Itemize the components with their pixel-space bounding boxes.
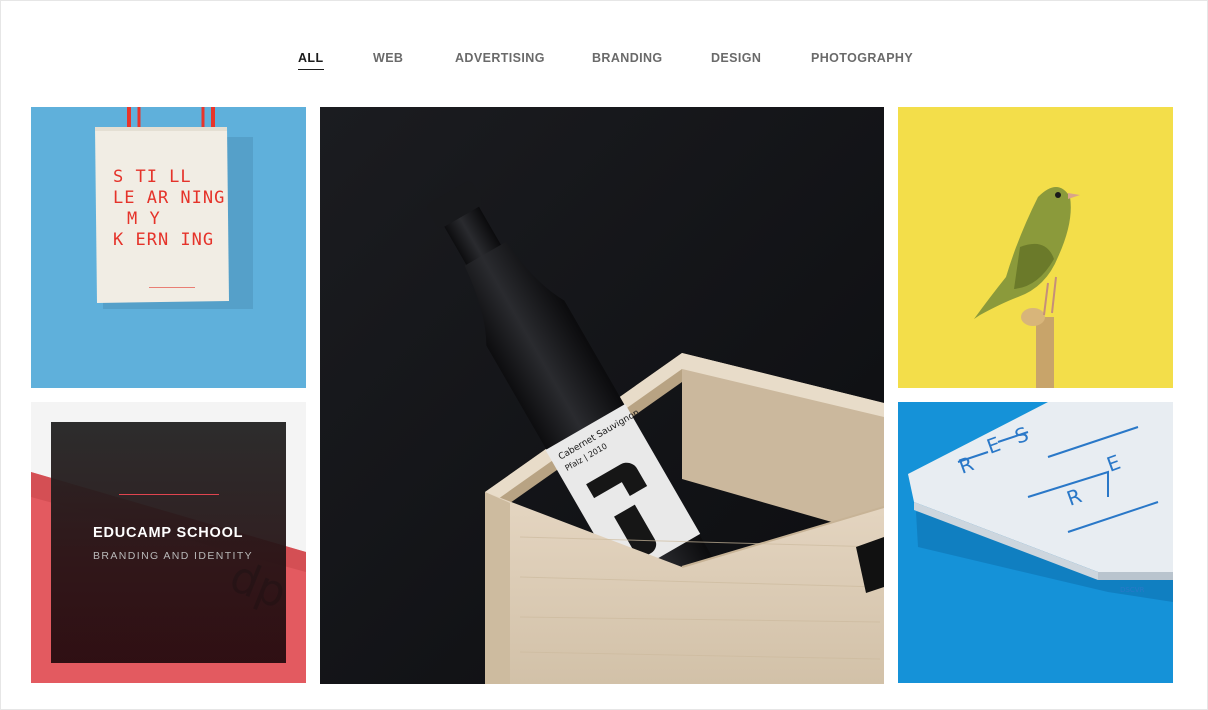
educamp-overlay: EDUCAMP SCHOOL BRANDING AND IDENTITY xyxy=(51,422,286,663)
bird-image xyxy=(898,107,1173,388)
filter-all[interactable]: ALL xyxy=(298,51,324,70)
project-category: BRANDING AND IDENTITY xyxy=(93,550,254,562)
portfolio-tile-educamp[interactable]: dp EDUCAMP SCHOOL BRANDING AND IDENTITY xyxy=(31,402,306,683)
portfolio-tile-wine-bottle[interactable]: Cabernet Sauvignon Pfalz | 2010 xyxy=(320,107,884,684)
filter-design[interactable]: DESIGN xyxy=(711,51,761,65)
portfolio-tile-book[interactable]: R E S R E DSCVR xyxy=(898,402,1173,683)
overlay-accent-rule xyxy=(119,494,219,495)
book-image: R E S R E DSCVR xyxy=(898,402,1173,683)
tote-line-1: S TI LL xyxy=(113,167,192,187)
project-title[interactable]: EDUCAMP SCHOOL xyxy=(93,525,243,541)
tote-bag-image: S TI LL LE AR NING M Y K ERN ING xyxy=(31,107,306,388)
wine-bottle-image: Cabernet Sauvignon Pfalz | 2010 xyxy=(320,107,884,684)
filter-photography[interactable]: PHOTOGRAPHY xyxy=(811,51,913,65)
portfolio-tile-tote-bag[interactable]: S TI LL LE AR NING M Y K ERN ING xyxy=(31,107,306,388)
tote-line-4: K ERN ING xyxy=(113,230,214,250)
tote-line-3: M Y xyxy=(127,209,161,229)
filter-advertising[interactable]: ADVERTISING xyxy=(455,51,545,65)
tote-line-2: LE AR NING xyxy=(113,188,225,208)
portfolio-filter-nav: ALL WEB ADVERTISING BRANDING DESIGN PHOT… xyxy=(0,51,1208,71)
filter-web[interactable]: WEB xyxy=(373,51,403,65)
book-spine-text: DSCVR xyxy=(1120,586,1145,594)
filter-branding[interactable]: BRANDING xyxy=(592,51,663,65)
portfolio-tile-bird[interactable] xyxy=(898,107,1173,388)
